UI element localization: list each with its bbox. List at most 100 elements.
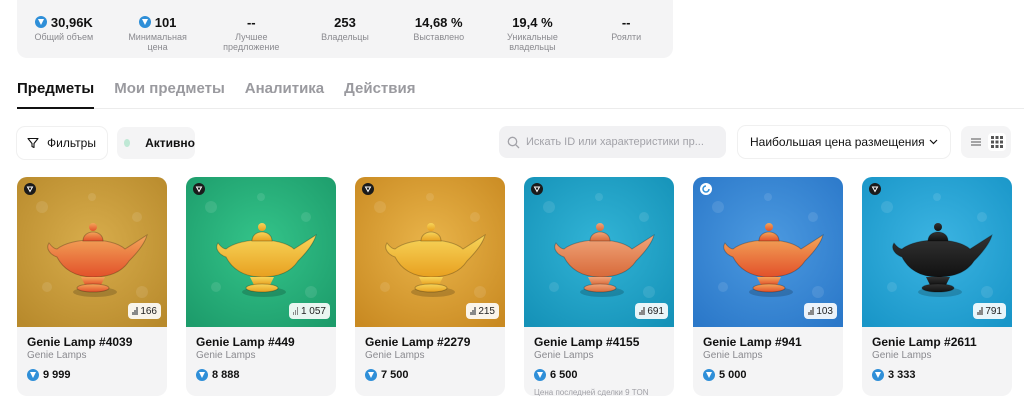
stat-value: 19,4 % xyxy=(512,14,552,30)
stat-value-text: -- xyxy=(246,14,256,30)
active-filter-toggle[interactable]: Активно xyxy=(117,127,195,159)
stat-value-text: -- xyxy=(621,14,631,30)
rarity-rank-value: 1 057 xyxy=(300,305,326,317)
rarity-rank-badge: 691 xyxy=(635,303,668,319)
filters-button[interactable]: Фильтры xyxy=(17,127,107,159)
stat-value-text: 19,4 % xyxy=(512,14,553,30)
stat-label: Общий объем xyxy=(34,32,94,42)
nft-card[interactable]: 791 Genie Lamp #2611 Genie Lamps 3 333 xyxy=(862,177,1012,396)
ton-badge-icon xyxy=(193,183,205,195)
stat-value-text: 253 xyxy=(334,14,356,30)
collection-verified-icon xyxy=(700,183,712,195)
collection-stats-bar: 30,96K Общий объем 101 Минимальная цена -- Лу… xyxy=(17,0,673,58)
filters-label: Фильтры xyxy=(47,136,96,150)
rarity-icon xyxy=(808,307,814,315)
collection-name: Genie Lamps xyxy=(872,350,932,361)
chevron-down-icon xyxy=(929,139,938,145)
last-sale-price: Цена последней сделки 9 TON xyxy=(534,388,649,396)
rarity-rank-value: 166 xyxy=(140,305,157,317)
nft-name: Genie Lamp #941 xyxy=(703,335,802,349)
stat-value-text: 101 xyxy=(154,14,177,30)
rarity-rank-badge: 103 xyxy=(804,303,837,319)
nft-price: 7 500 xyxy=(365,369,409,381)
stat-value-text: 30,96K xyxy=(50,14,93,30)
rarity-rank-value: 691 xyxy=(647,305,664,317)
nft-price-value: 9 999 xyxy=(43,369,71,381)
stat-value: 30,96K xyxy=(34,14,93,30)
search-icon xyxy=(507,136,520,148)
ton-icon xyxy=(534,369,546,381)
sort-dropdown[interactable]: Наибольшая цена размещения xyxy=(738,126,950,158)
rarity-rank-value: 215 xyxy=(478,305,495,317)
nft-card[interactable]: 103 Genie Lamp #941 Genie Lamps 5 000 xyxy=(693,177,843,396)
nft-name: Genie Lamp #4039 xyxy=(27,335,133,349)
stat-label: Владельцы xyxy=(321,32,369,42)
stat-label: Уникальные владельцы xyxy=(507,32,558,52)
ton-icon xyxy=(27,369,39,381)
rarity-rank-badge: 215 xyxy=(466,303,499,319)
nft-name: Genie Lamp #449 xyxy=(196,335,295,349)
stat-label: Выставлено xyxy=(413,32,465,42)
stat-label: Минимальная цена xyxy=(128,32,187,52)
ton-icon xyxy=(138,16,151,28)
ton-badge-icon xyxy=(24,183,36,195)
collection-name: Genie Lamps xyxy=(703,350,763,361)
ton-badge-icon xyxy=(362,183,374,195)
nft-price-value: 7 500 xyxy=(381,369,409,381)
rarity-rank-value: 791 xyxy=(985,305,1002,317)
stat-value: 14,68 % xyxy=(415,14,463,30)
nft-card[interactable]: 691 Genie Lamp #4155 Genie Lamps 6 500 Цена … xyxy=(524,177,674,396)
active-status-dot xyxy=(124,139,131,147)
rarity-icon xyxy=(132,307,138,315)
nft-price: 3 333 xyxy=(872,369,916,381)
nft-price: 5 000 xyxy=(703,369,747,381)
nft-name: Genie Lamp #4155 xyxy=(534,335,640,349)
rarity-rank-badge: 791 xyxy=(973,303,1006,319)
stat-item: 101 Минимальная цена xyxy=(111,0,205,58)
ton-badge-icon xyxy=(869,183,881,195)
stat-value: -- xyxy=(622,14,631,30)
rarity-rank-badge: 166 xyxy=(128,303,161,319)
ton-icon xyxy=(196,369,208,381)
tab-activity[interactable]: Действия xyxy=(344,78,415,109)
nft-name: Genie Lamp #2279 xyxy=(365,335,471,349)
search-placeholder: Искать ID или характеристики пр... xyxy=(526,136,704,148)
nft-name: Genie Lamp #2611 xyxy=(872,335,977,349)
stat-value-text: 14,68 % xyxy=(414,14,463,30)
stat-value: 101 xyxy=(138,14,177,30)
tab-items[interactable]: Предметы xyxy=(17,78,95,109)
nft-price-value: 6 500 xyxy=(550,369,578,381)
nft-price-value: 5 000 xyxy=(719,369,747,381)
list-icon xyxy=(970,138,981,146)
active-label: Активно xyxy=(145,136,195,150)
filter-icon xyxy=(27,137,39,149)
stat-item: -- Роялти xyxy=(579,0,673,58)
list-view-button[interactable] xyxy=(967,133,985,151)
ton-badge-icon xyxy=(531,183,543,195)
rarity-icon xyxy=(977,307,983,315)
rarity-icon xyxy=(639,307,645,315)
search-input[interactable]: Искать ID или характеристики пр... xyxy=(499,126,726,158)
grid-view-button[interactable] xyxy=(987,133,1006,151)
stat-label: Роялти xyxy=(611,32,642,42)
tab-analytics[interactable]: Аналитика xyxy=(245,78,324,109)
collection-tabs: Предметы Мои предметы Аналитика Действия xyxy=(17,78,1024,109)
stat-item: 253 Владельцы xyxy=(298,0,392,58)
stat-value: 253 xyxy=(334,14,356,30)
stat-item: 14,68 % Выставлено xyxy=(392,0,486,58)
ton-icon xyxy=(34,16,47,28)
nft-card[interactable]: 1 057 Genie Lamp #449 Genie Lamps 8 888 xyxy=(186,177,336,396)
nft-card[interactable]: 215 Genie Lamp #2279 Genie Lamps 7 500 xyxy=(355,177,505,396)
nft-price-value: 8 888 xyxy=(212,369,240,381)
nft-card[interactable]: 166 Genie Lamp #4039 Genie Lamps 9 999 xyxy=(17,177,167,396)
nft-price: 9 999 xyxy=(27,369,71,381)
ton-icon xyxy=(703,369,715,381)
tab-my-items[interactable]: Мои предметы xyxy=(114,78,225,109)
stat-item: 30,96K Общий объем xyxy=(17,0,111,58)
sort-label: Наибольшая цена размещения xyxy=(750,135,925,149)
collection-name: Genie Lamps xyxy=(196,350,256,361)
stat-item: -- Лучшее предложение xyxy=(204,0,298,58)
view-mode-toggle xyxy=(961,126,1011,158)
grid-icon xyxy=(990,136,1003,148)
rarity-icon xyxy=(470,307,476,315)
